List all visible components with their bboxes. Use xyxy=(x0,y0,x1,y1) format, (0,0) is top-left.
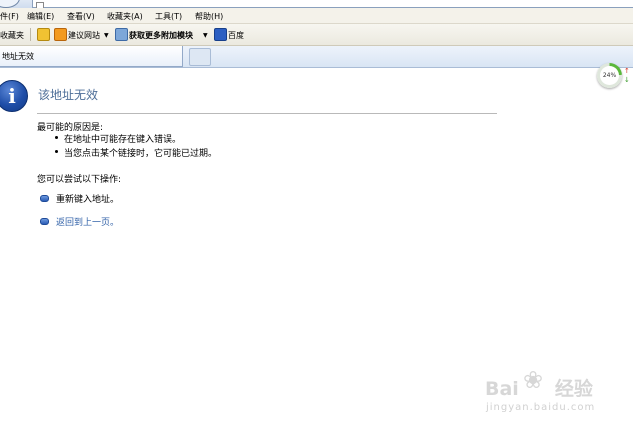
chevron-down-icon[interactable]: ▼ xyxy=(203,32,208,39)
back-link[interactable]: 返回到上一页。 xyxy=(56,215,119,228)
bullet-icon xyxy=(55,150,58,153)
progress-badge[interactable]: 24% xyxy=(597,63,622,88)
menu-favorites[interactable]: 收藏夹(A) xyxy=(107,11,143,22)
suggested-sites-icon xyxy=(54,28,67,41)
reason-item: 在地址中可能存在键入错误。 xyxy=(64,135,182,145)
reason-item: 当您点击某个链接时，它可能已过期。 xyxy=(64,149,218,159)
menu-help[interactable]: 帮助(H) xyxy=(195,11,223,22)
actions-heading: 您可以尝试以下操作: xyxy=(37,175,122,185)
baidu-icon xyxy=(214,28,227,41)
favorites-item-baidu[interactable]: 百度 xyxy=(228,30,244,41)
paw-icon: ❀ xyxy=(523,366,544,394)
menu-bar: 件(F) 编辑(E) 查看(V) 收藏夹(A) 工具(T) 帮助(H) xyxy=(0,8,633,24)
tab-current[interactable]: 地址无效 xyxy=(0,46,183,67)
watermark-url: jingyan.baidu.com xyxy=(486,402,596,413)
bullet-icon xyxy=(40,195,49,202)
action-retype: 重新键入地址。 xyxy=(56,195,120,205)
arrow-down-icon: ↓ xyxy=(624,76,630,84)
info-icon: i xyxy=(0,80,28,112)
menu-view[interactable]: 查看(V) xyxy=(67,11,95,22)
separator xyxy=(30,28,31,41)
arrow-up-icon: ↑ xyxy=(624,67,630,75)
add-favorite-icon[interactable] xyxy=(37,28,50,41)
back-button[interactable] xyxy=(0,0,20,8)
page-title: 该地址无效 xyxy=(38,88,99,102)
address-bar xyxy=(0,0,633,8)
favorites-item-addons[interactable]: 获取更多附加模块 xyxy=(129,30,193,41)
chevron-down-icon[interactable]: ▼ xyxy=(104,32,109,39)
progress-label: 24% xyxy=(600,66,619,85)
addons-icon xyxy=(115,28,128,41)
new-tab-button[interactable] xyxy=(189,48,211,66)
tab-bar: 地址无效 xyxy=(0,46,633,68)
address-input[interactable] xyxy=(32,0,633,8)
menu-file[interactable]: 件(F) xyxy=(0,11,19,22)
favorites-item-suggested[interactable]: 建议网站 xyxy=(68,30,100,41)
menu-edit[interactable]: 编辑(E) xyxy=(27,11,54,22)
tab-title: 地址无效 xyxy=(2,52,34,61)
menu-tools[interactable]: 工具(T) xyxy=(155,11,182,22)
bullet-icon xyxy=(55,136,58,139)
bullet-icon xyxy=(40,218,49,225)
favorites-bar: 收藏夹 建议网站 ▼ 获取更多附加模块 ▼ 百度 xyxy=(0,24,633,46)
divider xyxy=(37,113,497,114)
favorites-button[interactable]: 收藏夹 xyxy=(0,30,24,41)
